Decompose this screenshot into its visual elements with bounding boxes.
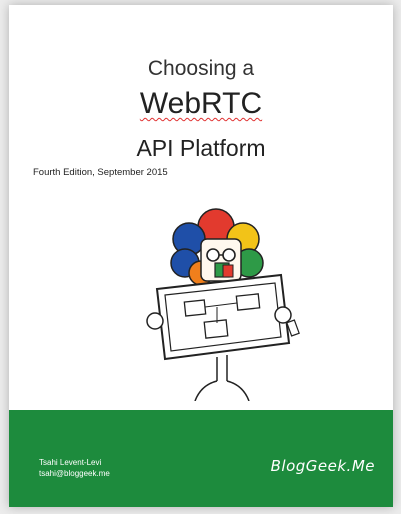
author-block: Tsahi Levent-Levi tsahi@bloggeek.me [39,457,110,479]
author-name: Tsahi Levent-Levi [39,458,102,467]
title-line-3: API Platform [136,135,266,161]
title-line-2: WebRTC [9,87,393,121]
illustration-svg [146,208,300,402]
cartoon-illustration-icon [131,201,301,402]
book-cover: Choosing a WebRTC API Platform Fourth Ed… [9,5,393,507]
author-email: tsahi@bloggeek.me [39,469,110,478]
title-line-1: Choosing a [147,57,255,80]
title-webrtc: WebRTC [139,87,263,120]
diagram-board [155,273,291,361]
edition-text: Fourth Edition, September 2015 [33,167,168,178]
brand-logo: BlogGeek.Me [270,457,375,475]
